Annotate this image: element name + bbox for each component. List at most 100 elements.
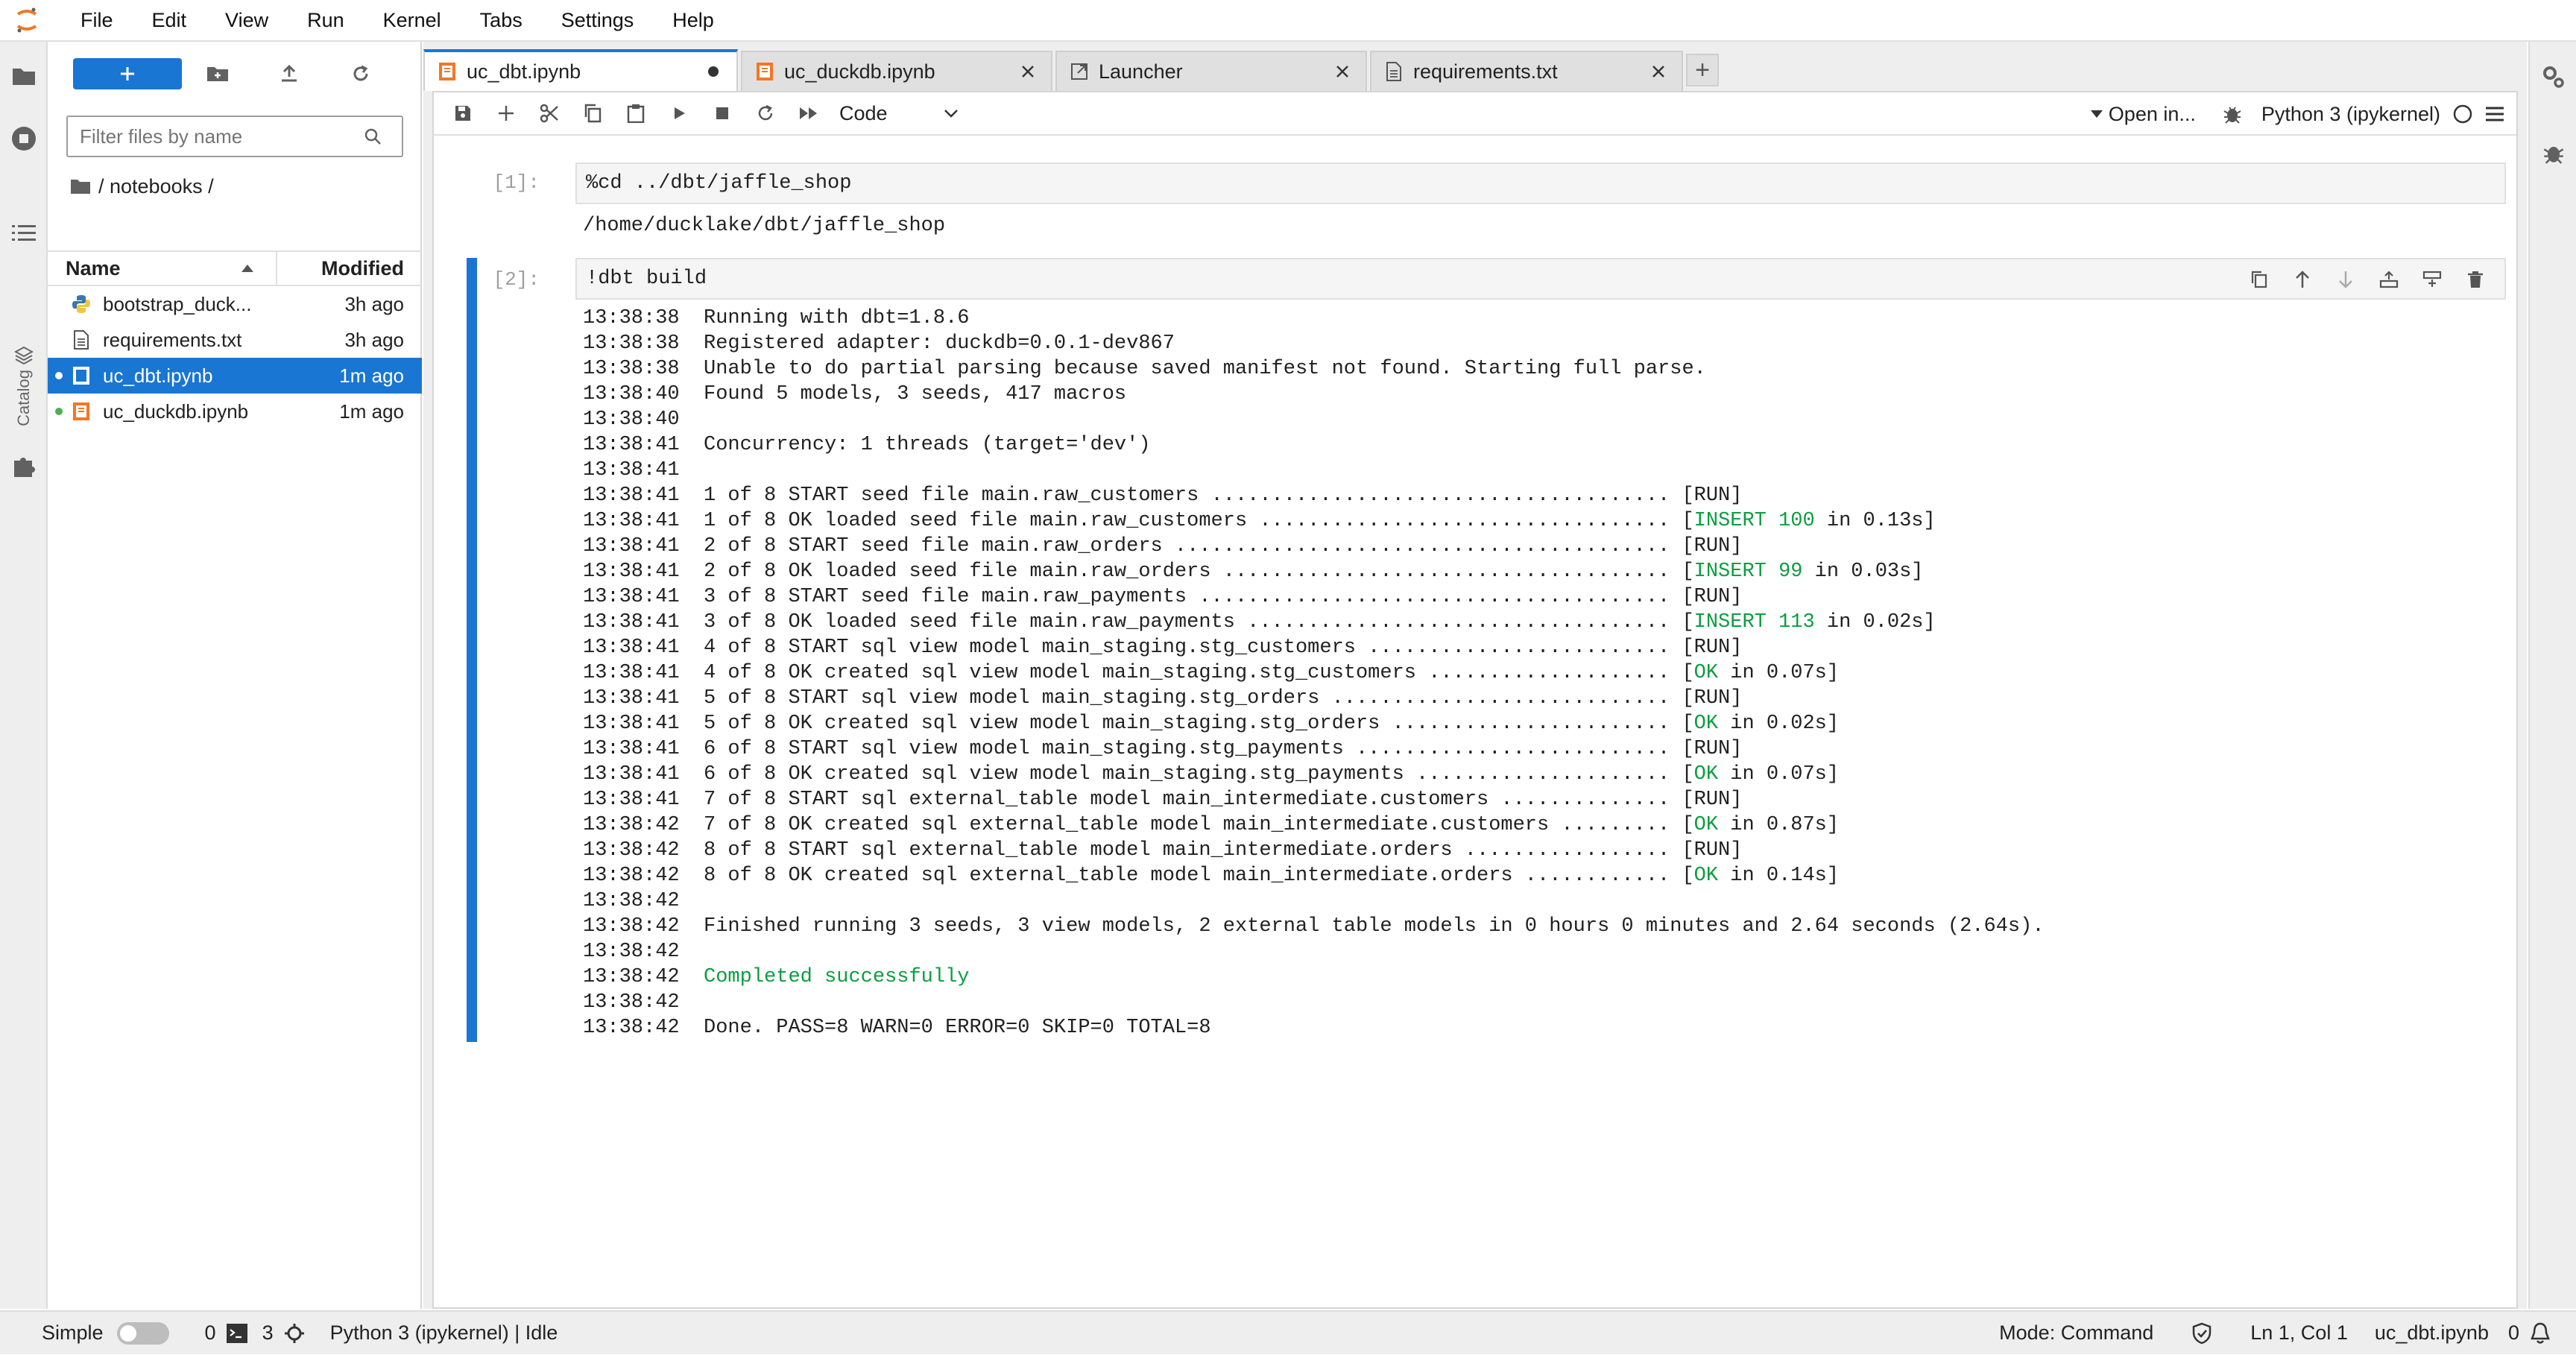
timestamp: 13:38:41 [583, 763, 680, 786]
output-line: 13:38:42 [583, 939, 2045, 964]
notification-count[interactable]: 0 [2508, 1321, 2519, 1345]
new-folder-button[interactable] [182, 65, 253, 83]
menu-settings[interactable]: Settings [542, 0, 654, 41]
menu-file[interactable]: File [61, 0, 133, 41]
simple-mode-toggle[interactable] [116, 1321, 169, 1345]
shield-check-icon[interactable] [2191, 1322, 2213, 1345]
filter-files-field[interactable] [66, 116, 403, 157]
paste-icon [627, 104, 645, 123]
terminal-icon [226, 1323, 247, 1343]
debugger-bug-icon[interactable] [2530, 142, 2576, 164]
open-in-dropdown[interactable]: Open in... [2090, 103, 2196, 126]
kernel-count[interactable]: 3 [262, 1321, 274, 1345]
restart-button[interactable] [744, 92, 787, 135]
breadcrumb: / notebooks / [70, 167, 214, 206]
log-text: 8 of 8 START sql external_table model ma… [704, 839, 1682, 862]
tab-label: uc_dbt.ipynb [467, 60, 581, 83]
cut-button[interactable] [528, 92, 571, 135]
close-icon[interactable] [1018, 64, 1038, 79]
extensions-puzzle-icon[interactable] [0, 453, 48, 478]
current-file: uc_dbt.ipynb [2374, 1321, 2489, 1344]
bell-icon[interactable] [2530, 1322, 2551, 1345]
timestamp: 13:38:41 [583, 586, 680, 608]
run-button[interactable] [657, 92, 701, 135]
timestamp: 13:38:42 [583, 890, 680, 912]
tab-launcher[interactable]: Launcher [1055, 51, 1367, 91]
status-timing: in 0.13s] [1814, 510, 1936, 532]
file-row[interactable]: uc_dbt.ipynb 1m ago [48, 358, 422, 394]
folder-icon[interactable] [70, 178, 91, 195]
status-result: OK [1693, 662, 1719, 684]
timestamp: 13:38:41 [583, 459, 680, 481]
bug-icon[interactable] [2223, 104, 2242, 124]
close-icon[interactable] [1649, 64, 1668, 79]
name-column-header[interactable]: Name [48, 252, 277, 285]
filter-files-input[interactable] [80, 124, 363, 148]
interrupt-button[interactable] [701, 92, 744, 135]
property-inspector-icon[interactable] [2530, 64, 2576, 89]
cursor-position[interactable]: Ln 1, Col 1 [2250, 1321, 2348, 1345]
tab-uc-duckdb-ipynb[interactable]: uc_duckdb.ipynb [741, 51, 1052, 91]
refresh-button[interactable] [325, 64, 397, 83]
tab-uc-dbt-ipynb[interactable]: uc_dbt.ipynb [423, 49, 738, 91]
close-icon[interactable] [1333, 64, 1352, 79]
modified-column-header[interactable]: Modified [277, 257, 422, 280]
new-launcher-button[interactable] [73, 58, 182, 89]
add-tab-button[interactable]: + [1686, 54, 1719, 86]
menu-view[interactable]: View [206, 0, 288, 41]
paste-button[interactable] [614, 92, 657, 135]
file-modified: 3h ago [344, 292, 404, 315]
running-sessions-icon[interactable] [0, 125, 48, 152]
file-row[interactable]: bootstrap_duck... 3h ago [48, 286, 422, 322]
launcher-icon [1070, 63, 1088, 80]
simple-mode-label: Simple [42, 1321, 104, 1344]
log-text: 4 of 8 START sql view model main_staging… [704, 637, 1682, 659]
menu-edit[interactable]: Edit [133, 0, 206, 41]
output-line: 13:38:41 5 of 8 OK created sql view mode… [583, 711, 2045, 736]
kernel-name[interactable]: Python 3 (ipykernel) [2261, 103, 2440, 126]
insert-cell-button[interactable] [484, 92, 528, 135]
delete-cell-button[interactable] [2454, 259, 2497, 300]
code-cell-1[interactable]: [1]: %cd ../dbt/jaffle_shop /home/duckla… [434, 162, 2516, 259]
upload-button[interactable] [253, 64, 325, 83]
terminal-count[interactable]: 0 [205, 1321, 216, 1345]
status-bracket: [ [1682, 713, 1694, 735]
output-line: 13:38:40 [583, 407, 2045, 432]
timestamp: 13:38:41 [583, 484, 680, 507]
menu-tabs[interactable]: Tabs [461, 0, 542, 41]
menu-run[interactable]: Run [288, 0, 364, 41]
file-modified: 1m ago [339, 364, 404, 387]
table-of-contents-icon[interactable] [0, 224, 48, 243]
cell-source: !dbt build [586, 268, 707, 290]
kernel-status[interactable]: Python 3 (ipykernel) | Idle [330, 1321, 558, 1345]
menu-icon[interactable] [2485, 106, 2504, 122]
save-button[interactable] [441, 92, 484, 135]
catalog-tab[interactable]: Catalog [10, 346, 37, 443]
code-cell-2[interactable]: [2]: !dbt build 13:38:38 Running with db… [434, 258, 2516, 1048]
copy-button[interactable] [571, 92, 614, 135]
cell-input[interactable]: !dbt build [575, 258, 2506, 300]
file-row[interactable]: requirements.txt 3h ago [48, 322, 422, 358]
duplicate-cell-button[interactable] [2238, 259, 2281, 300]
cell-input[interactable]: %cd ../dbt/jaffle_shop [575, 162, 2506, 204]
menu-kernel[interactable]: Kernel [364, 0, 461, 41]
tab-requirements-txt[interactable]: requirements.txt [1370, 51, 1683, 91]
restart-run-all-button[interactable] [787, 92, 830, 135]
timestamp: 13:38:41 [583, 611, 680, 634]
file-row[interactable]: uc_duckdb.ipynb 1m ago [48, 394, 422, 429]
output-line: 13:38:41 2 of 8 OK loaded seed file main… [583, 559, 2045, 584]
folder-icon[interactable] [0, 66, 48, 86]
breadcrumb-path[interactable]: / notebooks / [98, 175, 214, 198]
menu-help[interactable]: Help [653, 0, 733, 41]
success-message: Completed successfully [704, 966, 970, 988]
insert-below-button[interactable] [2411, 259, 2454, 300]
insert-above-button[interactable] [2367, 259, 2411, 300]
move-down-button[interactable] [2324, 259, 2367, 300]
restart-icon [758, 104, 773, 121]
cell-type-dropdown[interactable]: Code [839, 102, 959, 125]
timestamp: 13:38:42 [583, 839, 680, 862]
status-timing: in 0.14s] [1718, 865, 1840, 887]
main-dock-area: uc_dbt.ipynb uc_duckdb.ipynb Launcher requi… [423, 42, 2527, 1309]
unsaved-dot-icon[interactable] [704, 66, 723, 78]
move-up-button[interactable] [2281, 259, 2324, 300]
